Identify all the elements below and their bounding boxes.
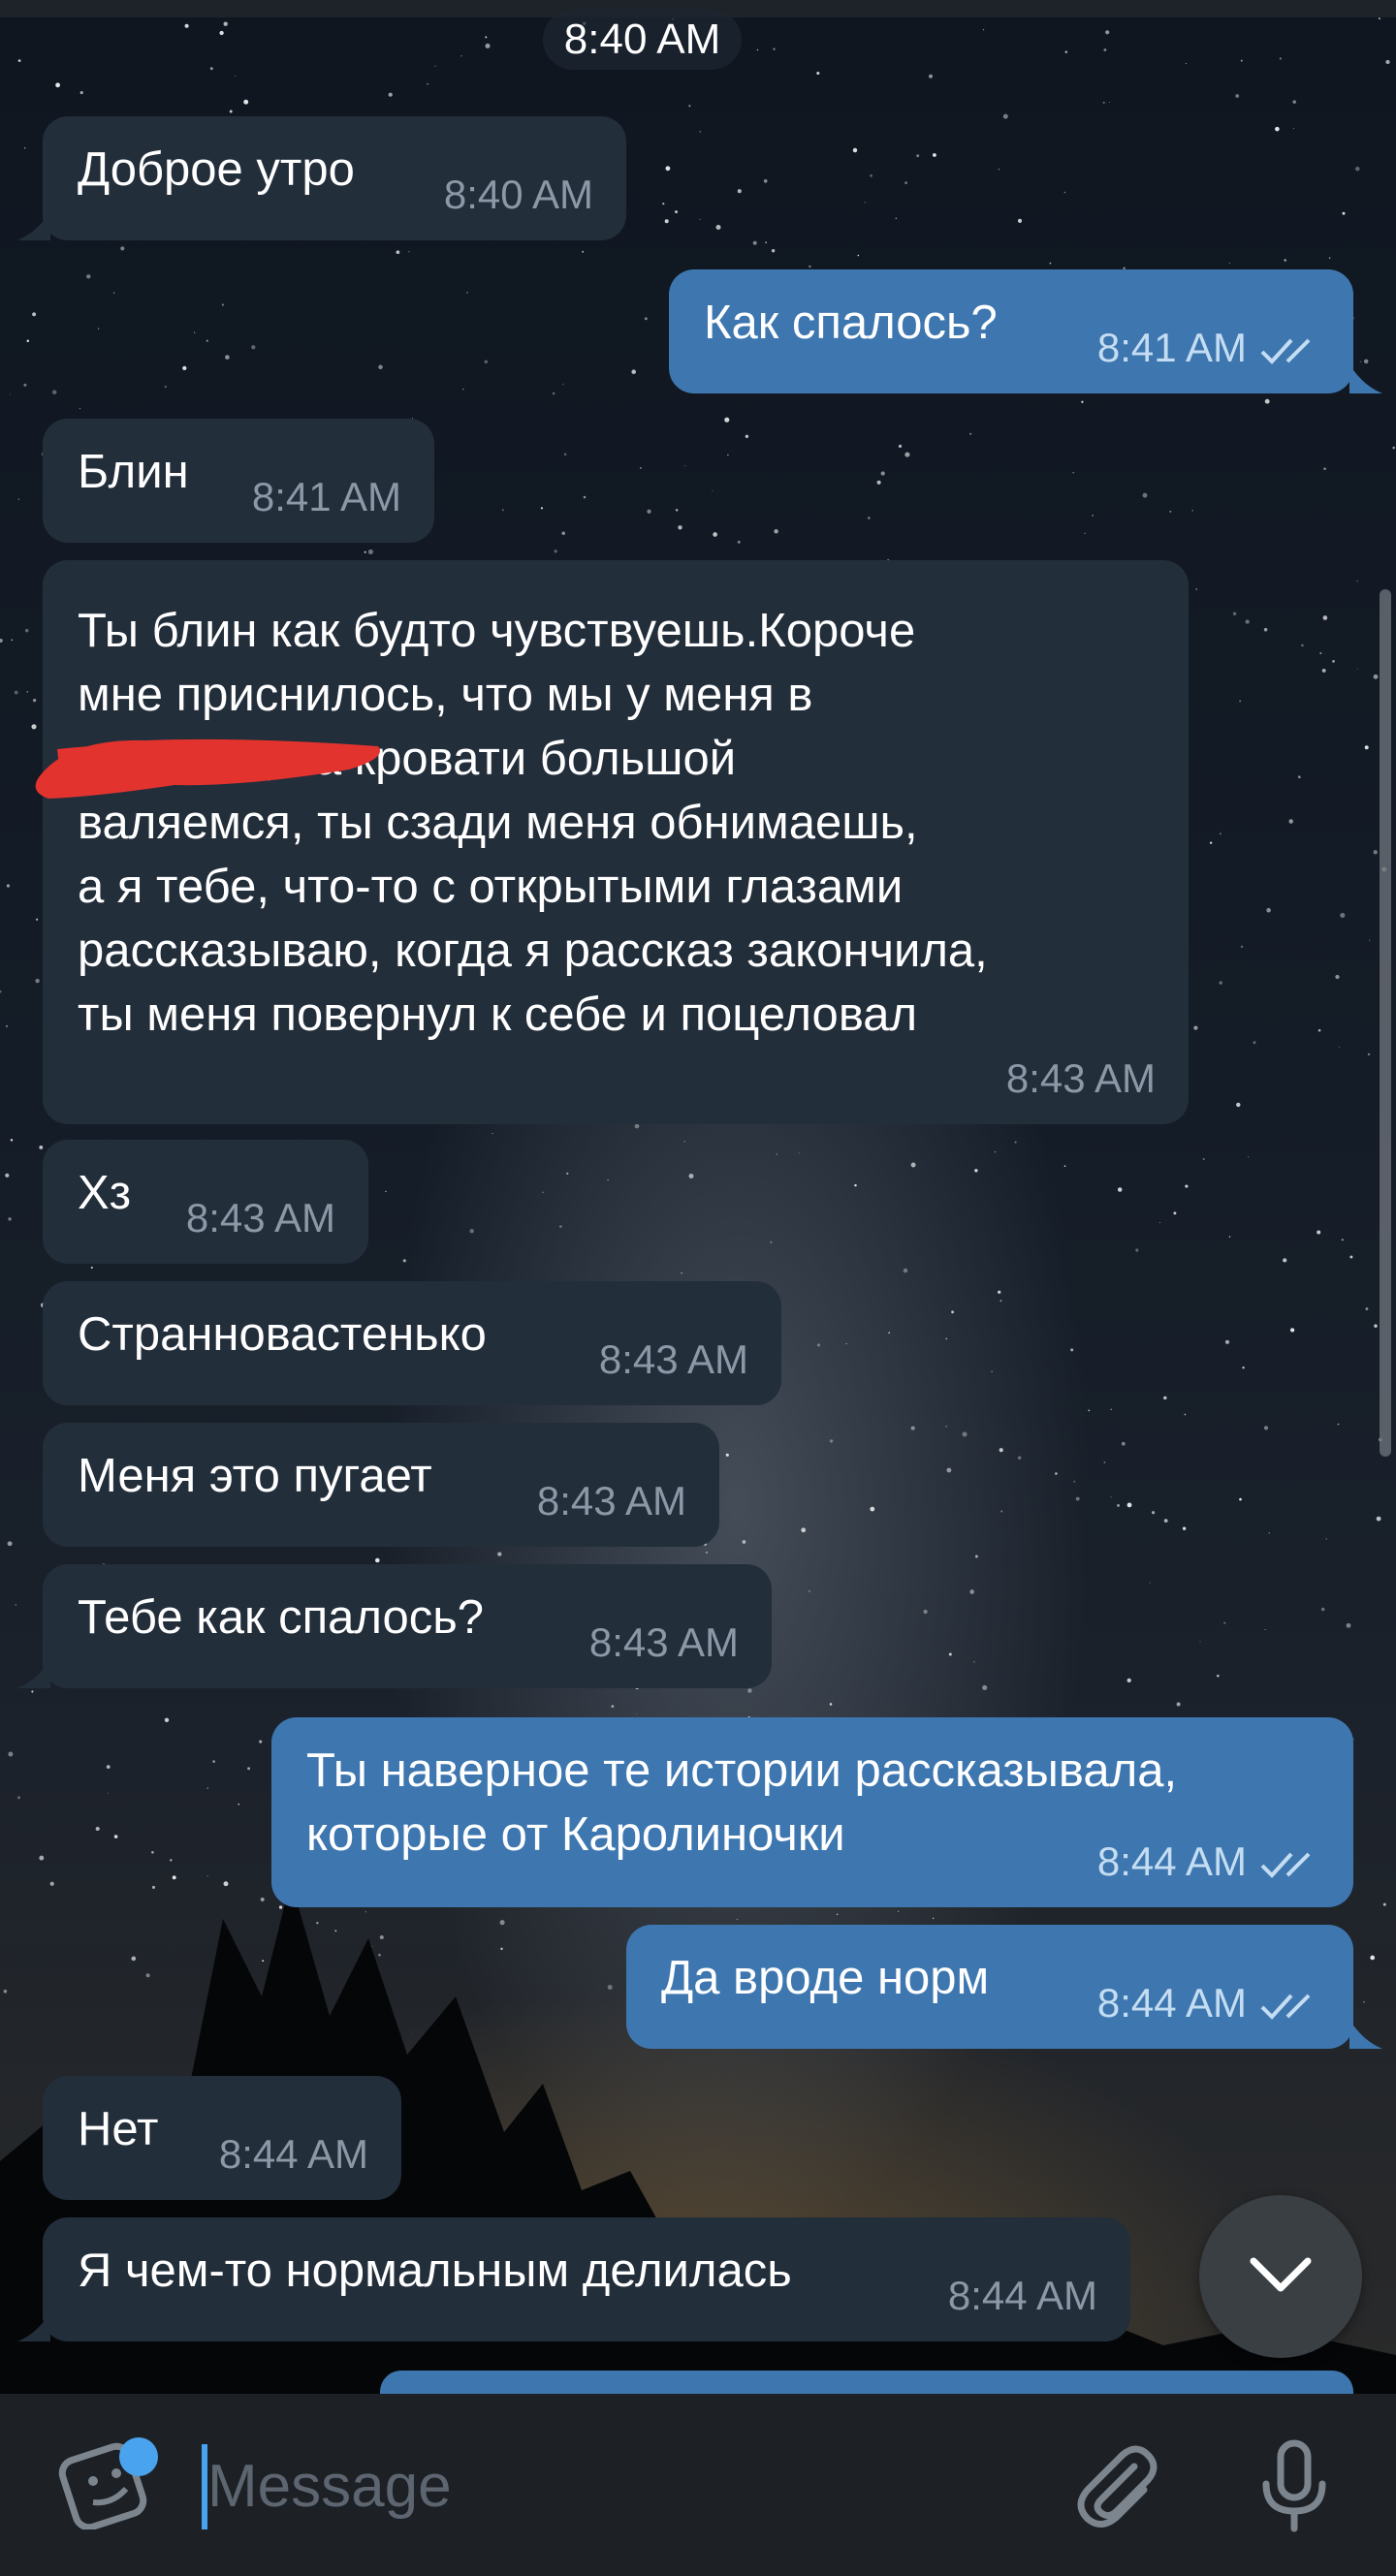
message-bubble-incoming[interactable]: Доброе утро 8:40 AM	[43, 116, 626, 240]
bubble-tail	[1349, 2020, 1382, 2049]
message-input[interactable]	[207, 2442, 1002, 2529]
bubble-tail	[17, 211, 50, 240]
chevron-down-icon	[1250, 2257, 1312, 2292]
message-bubble-incoming[interactable]: Блин 8:41 AM	[43, 419, 434, 543]
message-time: 8:41 AM	[1096, 325, 1247, 370]
message-bubble-outgoing[interactable]: Ты наверное те истории рассказывала, кот…	[271, 1717, 1353, 1907]
paperclip-icon[interactable]	[1066, 2437, 1163, 2534]
date-header: 8:40 AM	[543, 10, 742, 70]
message-bubble-incoming[interactable]: Странновастенько 8:43 AM	[43, 1281, 781, 1405]
message-time: 8:40 AM	[443, 172, 593, 217]
new-sticker-indicator	[119, 2437, 158, 2476]
message-time: 8:43 AM	[185, 1195, 335, 1241]
message-bubble-incoming[interactable]: Меня это пугает 8:43 AM	[43, 1423, 719, 1547]
message-time: 8:44 AM	[947, 2273, 1097, 2318]
message-bubble-incoming[interactable]: Ты блин как будто чувствуешь.Короче мне …	[43, 560, 1189, 1124]
message-bubble-incoming[interactable]: Хз 8:43 AM	[43, 1140, 368, 1264]
red-redaction-scribble	[35, 738, 381, 799]
double-check-icon	[1260, 338, 1311, 364]
message-bubble-incoming[interactable]: Я чем-то нормальным делилась 8:44 AM	[43, 2217, 1130, 2341]
bubble-tail	[1349, 364, 1382, 393]
message-text: Я чем-то нормальным делилась	[78, 2245, 792, 2297]
double-check-icon	[1260, 1994, 1311, 2020]
message-time: 8:44 AM	[1096, 1980, 1247, 2026]
bubble-tail	[17, 2312, 50, 2341]
chat-scrollbar[interactable]	[1380, 589, 1391, 1457]
message-bubble-outgoing-partial[interactable]	[380, 2371, 1353, 2394]
message-time: 8:44 AM	[218, 2131, 368, 2177]
scroll-to-bottom-button[interactable]	[1199, 2195, 1362, 2358]
double-check-icon	[1260, 1852, 1311, 1878]
message-bubble-incoming[interactable]: Нет 8:44 AM	[43, 2076, 401, 2200]
message-text: Ты блин как будто чувствуешь.Короче мне …	[78, 605, 988, 1041]
message-bubble-outgoing[interactable]: Да вроде норм 8:44 AM	[626, 1925, 1353, 2049]
bubble-tail	[17, 1659, 50, 1688]
message-time: 8:43 AM	[536, 1478, 686, 1524]
message-time: 8:41 AM	[251, 474, 401, 519]
message-time: 8:43 AM	[588, 1619, 739, 1665]
message-bubble-incoming[interactable]: Тебе как спалось? 8:43 AM	[43, 1564, 772, 1688]
message-time: 8:43 AM	[598, 1336, 748, 1382]
message-bubble-outgoing[interactable]: Как спалось? 8:41 AM	[669, 269, 1353, 393]
message-time: 8:44 AM	[1096, 1838, 1247, 1884]
microphone-icon[interactable]	[1251, 2437, 1338, 2534]
message-time: 8:43 AM	[1005, 1055, 1156, 1101]
